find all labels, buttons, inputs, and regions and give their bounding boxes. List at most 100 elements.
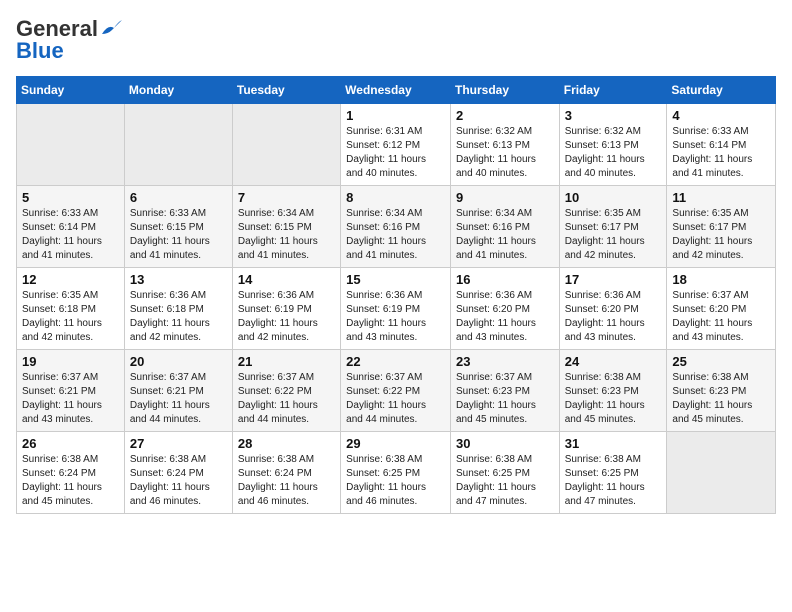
calendar-cell: 30Sunrise: 6:38 AM Sunset: 6:25 PM Dayli… bbox=[450, 432, 559, 514]
calendar-cell: 20Sunrise: 6:37 AM Sunset: 6:21 PM Dayli… bbox=[124, 350, 232, 432]
weekday-header-wednesday: Wednesday bbox=[341, 77, 451, 104]
calendar-cell: 8Sunrise: 6:34 AM Sunset: 6:16 PM Daylig… bbox=[341, 186, 451, 268]
calendar-cell: 25Sunrise: 6:38 AM Sunset: 6:23 PM Dayli… bbox=[667, 350, 776, 432]
day-info: Sunrise: 6:36 AM Sunset: 6:18 PM Dayligh… bbox=[130, 289, 227, 345]
page-header: General Blue bbox=[16, 16, 776, 64]
day-number: 3 bbox=[565, 108, 662, 123]
day-number: 24 bbox=[565, 354, 662, 369]
calendar-cell: 6Sunrise: 6:33 AM Sunset: 6:15 PM Daylig… bbox=[124, 186, 232, 268]
day-info: Sunrise: 6:38 AM Sunset: 6:23 PM Dayligh… bbox=[672, 371, 770, 427]
calendar-cell: 12 Sunrise: 6:35 AM Sunset: 6:18 PM Dayli… bbox=[17, 268, 125, 350]
calendar-cell: 17 Sunrise: 6:36 AM Sunset: 6:20 PM Dayli… bbox=[559, 268, 667, 350]
day-number: 9 bbox=[456, 190, 554, 205]
calendar-cell: 27 Sunrise: 6:38 AM Sunset: 6:24 PM Dayli… bbox=[124, 432, 232, 514]
calendar-cell: 15Sunrise: 6:36 AM Sunset: 6:19 PM Dayli… bbox=[341, 268, 451, 350]
calendar-cell: 24 Sunrise: 6:38 AM Sunset: 6:23 PM Dayli… bbox=[559, 350, 667, 432]
calendar-cell: 11 Sunrise: 6:35 AM Sunset: 6:17 PM Dayli… bbox=[667, 186, 776, 268]
day-number: 20 bbox=[130, 354, 227, 369]
day-info: Sunrise: 6:37 AM Sunset: 6:23 PM Dayligh… bbox=[456, 371, 554, 427]
day-info: Sunrise: 6:36 AM Sunset: 6:20 PM Dayligh… bbox=[456, 289, 554, 345]
day-number: 18 bbox=[672, 272, 770, 287]
day-info: Sunrise: 6:32 AM Sunset: 6:13 PM Dayligh… bbox=[456, 125, 554, 181]
day-info: Sunrise: 6:38 AM Sunset: 6:24 PM Dayligh… bbox=[238, 453, 335, 509]
calendar-cell: 16 Sunrise: 6:36 AM Sunset: 6:20 PM Dayli… bbox=[450, 268, 559, 350]
calendar-week-row: 19Sunrise: 6:37 AM Sunset: 6:21 PM Dayli… bbox=[17, 350, 776, 432]
day-number: 12 bbox=[22, 272, 119, 287]
calendar-cell: 22Sunrise: 6:37 AM Sunset: 6:22 PM Dayli… bbox=[341, 350, 451, 432]
calendar-cell: 7 Sunrise: 6:34 AM Sunset: 6:15 PM Daylig… bbox=[232, 186, 340, 268]
day-info: Sunrise: 6:36 AM Sunset: 6:20 PM Dayligh… bbox=[565, 289, 662, 345]
day-info: Sunrise: 6:38 AM Sunset: 6:25 PM Dayligh… bbox=[346, 453, 445, 509]
day-number: 1 bbox=[346, 108, 445, 123]
calendar-cell: 28 Sunrise: 6:38 AM Sunset: 6:24 PM Dayli… bbox=[232, 432, 340, 514]
logo-blue: Blue bbox=[16, 38, 64, 64]
calendar-cell: 4Sunrise: 6:33 AM Sunset: 6:14 PM Daylig… bbox=[667, 104, 776, 186]
day-number: 26 bbox=[22, 436, 119, 451]
day-number: 6 bbox=[130, 190, 227, 205]
day-number: 28 bbox=[238, 436, 335, 451]
day-number: 23 bbox=[456, 354, 554, 369]
calendar-cell: 3 Sunrise: 6:32 AM Sunset: 6:13 PM Daylig… bbox=[559, 104, 667, 186]
calendar-cell bbox=[17, 104, 125, 186]
weekday-header-sunday: Sunday bbox=[17, 77, 125, 104]
day-number: 17 bbox=[565, 272, 662, 287]
logo-bird-icon bbox=[100, 20, 122, 38]
calendar-cell: 19Sunrise: 6:37 AM Sunset: 6:21 PM Dayli… bbox=[17, 350, 125, 432]
calendar-cell: 13 Sunrise: 6:36 AM Sunset: 6:18 PM Dayli… bbox=[124, 268, 232, 350]
calendar-header-row: SundayMondayTuesdayWednesdayThursdayFrid… bbox=[17, 77, 776, 104]
calendar-cell: 9 Sunrise: 6:34 AM Sunset: 6:16 PM Daylig… bbox=[450, 186, 559, 268]
day-info: Sunrise: 6:38 AM Sunset: 6:25 PM Dayligh… bbox=[456, 453, 554, 509]
weekday-header-friday: Friday bbox=[559, 77, 667, 104]
weekday-header-monday: Monday bbox=[124, 77, 232, 104]
day-number: 8 bbox=[346, 190, 445, 205]
day-info: Sunrise: 6:33 AM Sunset: 6:14 PM Dayligh… bbox=[22, 207, 119, 263]
calendar-cell: 5 Sunrise: 6:33 AM Sunset: 6:14 PM Daylig… bbox=[17, 186, 125, 268]
day-info: Sunrise: 6:38 AM Sunset: 6:23 PM Dayligh… bbox=[565, 371, 662, 427]
day-info: Sunrise: 6:35 AM Sunset: 6:17 PM Dayligh… bbox=[672, 207, 770, 263]
day-number: 22 bbox=[346, 354, 445, 369]
calendar-cell: 14 Sunrise: 6:36 AM Sunset: 6:19 PM Dayli… bbox=[232, 268, 340, 350]
day-number: 16 bbox=[456, 272, 554, 287]
day-number: 31 bbox=[565, 436, 662, 451]
calendar-cell: 18 Sunrise: 6:37 AM Sunset: 6:20 PM Dayli… bbox=[667, 268, 776, 350]
day-info: Sunrise: 6:35 AM Sunset: 6:18 PM Dayligh… bbox=[22, 289, 119, 345]
day-number: 2 bbox=[456, 108, 554, 123]
day-number: 29 bbox=[346, 436, 445, 451]
day-number: 5 bbox=[22, 190, 119, 205]
day-number: 13 bbox=[130, 272, 227, 287]
calendar-week-row: 12 Sunrise: 6:35 AM Sunset: 6:18 PM Dayli… bbox=[17, 268, 776, 350]
weekday-header-tuesday: Tuesday bbox=[232, 77, 340, 104]
day-info: Sunrise: 6:36 AM Sunset: 6:19 PM Dayligh… bbox=[238, 289, 335, 345]
calendar-cell: 1 Sunrise: 6:31 AM Sunset: 6:12 PM Daylig… bbox=[341, 104, 451, 186]
day-number: 11 bbox=[672, 190, 770, 205]
day-info: Sunrise: 6:32 AM Sunset: 6:13 PM Dayligh… bbox=[565, 125, 662, 181]
day-info: Sunrise: 6:33 AM Sunset: 6:14 PM Dayligh… bbox=[672, 125, 770, 181]
weekday-header-thursday: Thursday bbox=[450, 77, 559, 104]
calendar-table: SundayMondayTuesdayWednesdayThursdayFrid… bbox=[16, 76, 776, 514]
day-info: Sunrise: 6:34 AM Sunset: 6:15 PM Dayligh… bbox=[238, 207, 335, 263]
day-info: Sunrise: 6:38 AM Sunset: 6:24 PM Dayligh… bbox=[130, 453, 227, 509]
day-info: Sunrise: 6:34 AM Sunset: 6:16 PM Dayligh… bbox=[456, 207, 554, 263]
day-info: Sunrise: 6:31 AM Sunset: 6:12 PM Dayligh… bbox=[346, 125, 445, 181]
calendar-cell: 21Sunrise: 6:37 AM Sunset: 6:22 PM Dayli… bbox=[232, 350, 340, 432]
calendar-cell: 31 Sunrise: 6:38 AM Sunset: 6:25 PM Dayli… bbox=[559, 432, 667, 514]
weekday-header-saturday: Saturday bbox=[667, 77, 776, 104]
day-info: Sunrise: 6:37 AM Sunset: 6:21 PM Dayligh… bbox=[22, 371, 119, 427]
calendar-cell: 2 Sunrise: 6:32 AM Sunset: 6:13 PM Daylig… bbox=[450, 104, 559, 186]
calendar-cell: 10 Sunrise: 6:35 AM Sunset: 6:17 PM Dayli… bbox=[559, 186, 667, 268]
day-number: 7 bbox=[238, 190, 335, 205]
day-number: 27 bbox=[130, 436, 227, 451]
day-info: Sunrise: 6:35 AM Sunset: 6:17 PM Dayligh… bbox=[565, 207, 662, 263]
day-info: Sunrise: 6:37 AM Sunset: 6:20 PM Dayligh… bbox=[672, 289, 770, 345]
logo: General Blue bbox=[16, 16, 122, 64]
calendar-cell: 29 Sunrise: 6:38 AM Sunset: 6:25 PM Dayli… bbox=[341, 432, 451, 514]
calendar-cell: 23 Sunrise: 6:37 AM Sunset: 6:23 PM Dayli… bbox=[450, 350, 559, 432]
day-number: 14 bbox=[238, 272, 335, 287]
calendar-cell bbox=[232, 104, 340, 186]
calendar-week-row: 26 Sunrise: 6:38 AM Sunset: 6:24 PM Dayli… bbox=[17, 432, 776, 514]
calendar-week-row: 5 Sunrise: 6:33 AM Sunset: 6:14 PM Daylig… bbox=[17, 186, 776, 268]
day-number: 10 bbox=[565, 190, 662, 205]
day-info: Sunrise: 6:38 AM Sunset: 6:25 PM Dayligh… bbox=[565, 453, 662, 509]
day-number: 15 bbox=[346, 272, 445, 287]
day-number: 21 bbox=[238, 354, 335, 369]
